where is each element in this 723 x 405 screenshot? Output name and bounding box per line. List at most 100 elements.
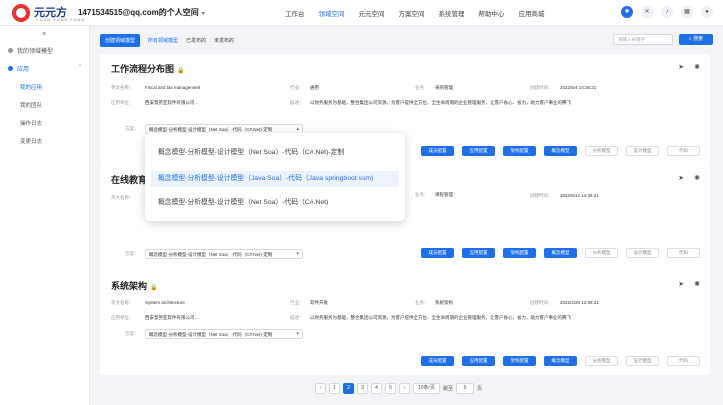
nav-scheme-space[interactable]: 方案空间	[399, 8, 425, 18]
code-button[interactable]: 代码	[667, 146, 700, 156]
pagination: ‹ 1 2 3 4 5 › 10条/页 跳至 5 页	[315, 383, 482, 394]
concept-model-button[interactable]: 概念模型	[544, 248, 577, 258]
scheme-option-highlighted[interactable]: 概念模型-分析模型-设计模型（Java Soa）-代码（Java springb…	[151, 171, 399, 187]
design-model-button[interactable]: 设计模型	[626, 248, 659, 258]
business-value: 课程管理	[435, 192, 453, 197]
gear-icon[interactable]: ✺	[694, 280, 700, 288]
industry-value: 软件开发	[310, 300, 328, 305]
app-config-button[interactable]: 应用配置	[462, 248, 495, 258]
created-value: 2022/6/4 14:36:21	[560, 85, 597, 90]
analysis-model-button[interactable]: 分析模型	[585, 248, 618, 258]
page-2[interactable]: 2	[343, 383, 354, 394]
label-applied-unit: 应用单位：	[111, 100, 134, 105]
account-switcher[interactable]: 1471534515@qq.com的个人空间 ▾	[78, 7, 205, 18]
sidebar-item-apps[interactable]: 应用	[8, 64, 29, 73]
sidebar-item-change-log[interactable]: 变更日志	[20, 137, 42, 145]
tab-all-models[interactable]: 所有领域模型	[148, 37, 178, 44]
concept-model-button[interactable]: 概念模型	[544, 146, 577, 156]
design-model-button[interactable]: 设计模型	[626, 146, 659, 156]
page-5[interactable]: 5	[385, 383, 396, 394]
create-domain-model-button[interactable]: 创建领域模型	[100, 33, 141, 47]
tools-icon[interactable]: ✕	[641, 6, 653, 18]
member-config-button[interactable]: 成员配置	[421, 356, 454, 366]
nav-app-store[interactable]: 应用商城	[519, 8, 545, 18]
label-business: 业务：	[415, 85, 429, 90]
page-1[interactable]: 1	[329, 383, 340, 394]
sidebar-item-operation-log[interactable]: 操作日志	[20, 119, 42, 127]
code-button[interactable]: 代码	[667, 248, 700, 258]
goto-label: 跳至	[442, 386, 453, 392]
goto-page-input[interactable]: 5	[455, 383, 474, 394]
scheme-option[interactable]: 概念模型-分析模型-设计模型（Net Soa）-代码（C#.Net)-定制	[151, 145, 399, 161]
page-size-select[interactable]: 10条/页	[413, 383, 440, 394]
user-icon[interactable]: ●	[701, 6, 713, 18]
scheme-option[interactable]: 概念模型-分析模型-设计模型（Net Soa）-代码（C#.Net)	[151, 195, 399, 211]
nav-workbench[interactable]: 工作台	[285, 8, 305, 18]
sidebar: ≡ 我的领域模型 应用 ⌃ 我的应用 我的团队 操作日志 变更日志	[0, 26, 90, 405]
send-icon[interactable]: ➤	[678, 63, 684, 71]
industry-value: 通用	[310, 85, 319, 90]
prev-page-button[interactable]: ‹	[315, 383, 326, 394]
en-name-value: Fiscal and tax management	[145, 85, 201, 90]
settings-icon[interactable]: ✹	[621, 6, 633, 18]
label-description: 描述：	[290, 100, 304, 105]
logo-icon[interactable]	[12, 4, 30, 22]
chevron-up-icon[interactable]: ⌃	[78, 64, 82, 70]
nav-system-management[interactable]: 系统管理	[439, 8, 465, 18]
card-actions: ➤ ✺	[678, 63, 700, 71]
tab-published[interactable]: 已发布的	[186, 37, 206, 44]
send-icon[interactable]: ➤	[678, 280, 684, 288]
arch-config-button[interactable]: 架构配置	[503, 146, 536, 156]
label-industry: 行业：	[290, 85, 304, 90]
search-input[interactable]: 请输入关键字	[613, 34, 673, 45]
concept-model-button[interactable]: 概念模型	[544, 356, 577, 366]
nav-yuanyuan-space[interactable]: 元元空间	[359, 8, 385, 18]
nav-help-center[interactable]: 帮助中心	[479, 8, 505, 18]
scheme-select[interactable]: 概念模型-分析模型-设计模型（Net Soa）-代码（C#.Net)-定制 ▾	[145, 329, 303, 339]
menu-collapse-icon[interactable]: ≡	[42, 31, 46, 38]
app-config-button[interactable]: 应用配置	[462, 146, 495, 156]
card-buttons: 成员配置 应用配置 架构配置 概念模型 分析模型 设计模型 代码	[421, 146, 700, 156]
app-icon	[8, 66, 13, 71]
label-created: 创建时间：	[530, 193, 553, 198]
sidebar-item-my-team[interactable]: 我的团队	[20, 101, 42, 109]
card-actions: ➤ ✺	[678, 280, 700, 288]
card-button-strip: 成员配置 应用配置 架构配置 概念模型 分析模型 设计模型 代码	[100, 246, 710, 266]
app-config-button[interactable]: 应用配置	[462, 356, 495, 366]
member-config-button[interactable]: 成员配置	[421, 146, 454, 156]
sidebar-item-my-apps[interactable]: 我的应用	[20, 83, 42, 91]
applied-unit-value: 西安意势亚软件有限公司...	[145, 315, 199, 320]
label-created: 创建时间：	[530, 85, 553, 90]
page-unit-label: 页	[476, 386, 482, 392]
model-icon	[8, 48, 13, 53]
analysis-model-button[interactable]: 分析模型	[585, 146, 618, 156]
design-model-button[interactable]: 设计模型	[626, 356, 659, 366]
label-description: 描述：	[290, 315, 304, 320]
label-en-name: 英文名称：	[111, 300, 134, 305]
app-card: 系统架构 🔒 ➤ ✺ 英文名称： System architecture 行业： 软…	[100, 271, 710, 375]
nav-domain-space[interactable]: 领域空间	[319, 8, 345, 18]
main-nav: 工作台 领域空间 元元空间 方案空间 系统管理 帮助中心 应用商城	[285, 8, 545, 18]
gear-icon[interactable]: ✺	[694, 174, 700, 182]
top-icons: ✹ ✕ ♪ ▦ ●	[621, 6, 713, 18]
next-page-button[interactable]: ›	[399, 383, 410, 394]
page-3[interactable]: 3	[357, 383, 368, 394]
card-title: 系统架构 🔒	[111, 279, 158, 292]
applied-unit-value: 西安意势亚软件有限公司...	[145, 100, 199, 105]
send-icon[interactable]: ➤	[678, 174, 684, 182]
gear-icon[interactable]: ✺	[694, 63, 700, 71]
search-icon: ⌕	[688, 36, 692, 42]
page-4[interactable]: 4	[371, 383, 382, 394]
bell-icon[interactable]: ♪	[661, 6, 673, 18]
arch-config-button[interactable]: 架构配置	[503, 248, 536, 258]
tab-unpublished[interactable]: 未发布的	[214, 37, 234, 44]
grid-icon[interactable]: ▦	[681, 6, 693, 18]
business-value: 采购管理	[435, 85, 453, 90]
member-config-button[interactable]: 成员配置	[421, 248, 454, 258]
arch-config-button[interactable]: 架构配置	[503, 356, 536, 366]
search-button[interactable]: ⌕ 搜索	[679, 34, 713, 45]
code-button[interactable]: 代码	[667, 356, 700, 366]
analysis-model-button[interactable]: 分析模型	[585, 356, 618, 366]
sidebar-item-domain-models[interactable]: 我的领域模型	[8, 46, 53, 55]
label-scheme: 方案：	[125, 126, 139, 131]
